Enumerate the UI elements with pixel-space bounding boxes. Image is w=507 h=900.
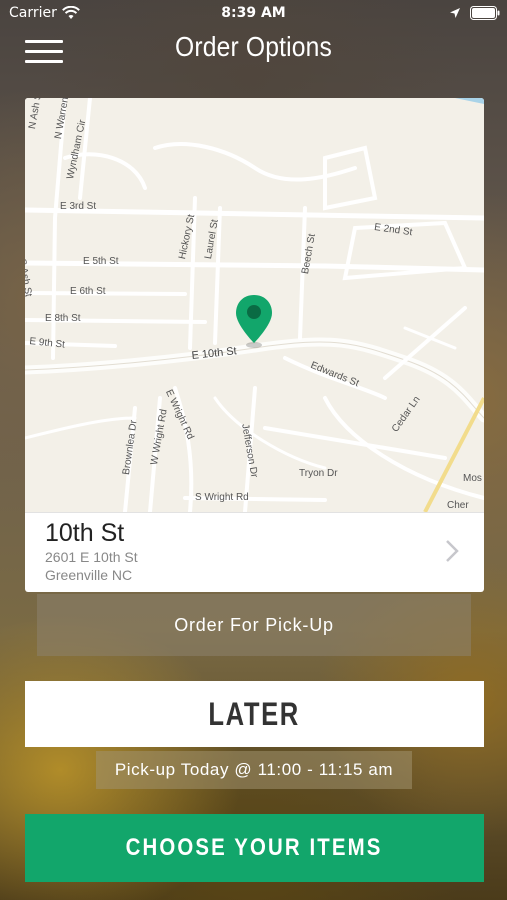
street-label: S Wright Rd — [195, 492, 249, 503]
street-label: E 8th St — [45, 313, 81, 324]
location-address: 2601 E 10th St — [45, 549, 138, 565]
location-city: Greenville NC — [45, 567, 133, 583]
map-pin-icon[interactable] — [234, 293, 274, 349]
choose-items-label: CHOOSE YOUR ITEMS — [126, 834, 383, 861]
chevron-right-icon[interactable] — [445, 539, 459, 563]
location-details[interactable]: 10th St 2601 E 10th St Greenville NC — [25, 512, 484, 592]
status-time: 8:39 AM — [221, 5, 286, 21]
street-label: E 3rd St — [60, 201, 97, 212]
order-type-pickup-button[interactable]: Order For Pick-Up — [37, 594, 471, 656]
choose-items-button[interactable]: CHOOSE YOUR ITEMS — [25, 814, 484, 882]
location-name: 10th St — [45, 519, 125, 547]
timing-later-button[interactable]: LATER — [25, 681, 484, 747]
location-arrow-icon — [450, 8, 460, 18]
page-title: Order Options — [174, 31, 333, 62]
street-label: Cher — [447, 500, 469, 511]
street-label: Tryon Dr — [299, 468, 338, 479]
street-label: E 5th St — [83, 256, 119, 267]
battery-icon — [470, 6, 500, 20]
location-card[interactable]: N Ash St N Warren St Wyndham Cir E 3rd S… — [25, 98, 484, 592]
timing-label: LATER — [208, 696, 301, 732]
status-bar: Carrier 8:39 AM — [0, 0, 507, 28]
pickup-time-badge: Pick-up Today @ 11:00 - 11:15 am — [96, 751, 412, 789]
street-label: E 6th St — [70, 286, 106, 297]
location-map[interactable]: N Ash St N Warren St Wyndham Cir E 3rd S… — [25, 98, 484, 512]
street-label: Mos — [463, 473, 482, 484]
